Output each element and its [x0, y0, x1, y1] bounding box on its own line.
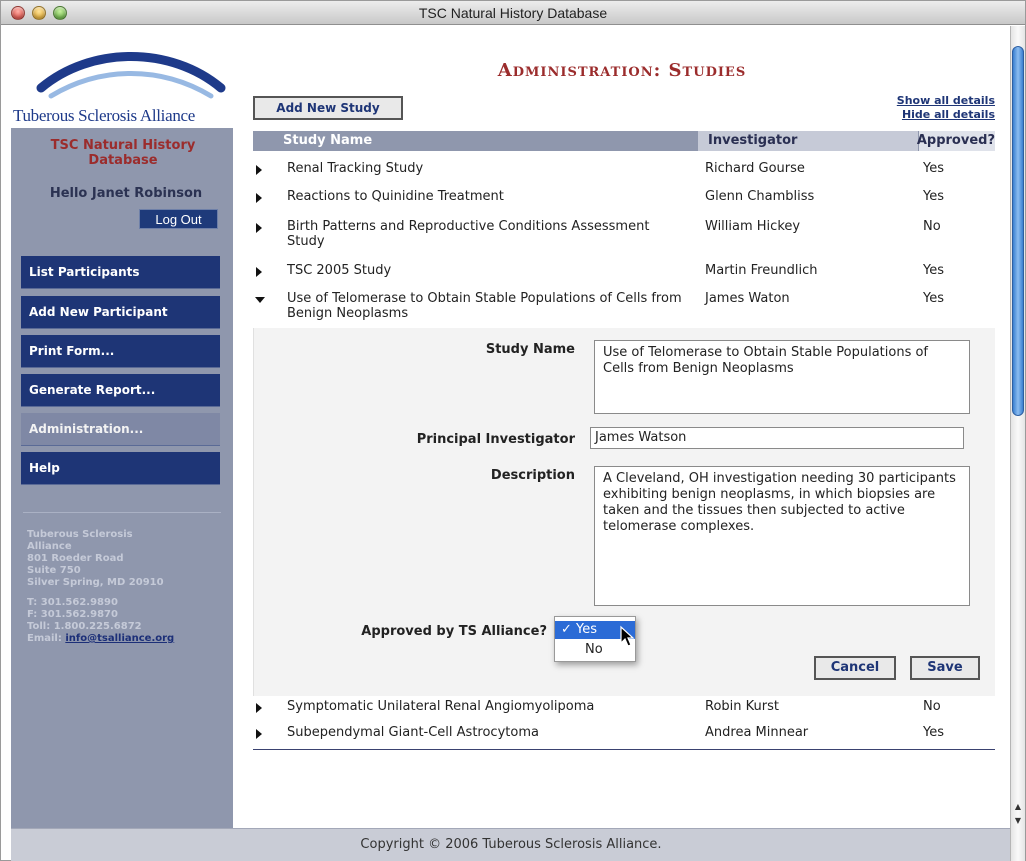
- scroll-up-arrow-icon[interactable]: ▲: [1013, 802, 1023, 811]
- greeting: Hello Janet Robinson: [49, 186, 203, 201]
- email-line: Email: info@tsalliance.org: [27, 633, 227, 645]
- investigator-cell: Robin Kurst: [705, 699, 779, 714]
- expand-triangle-icon[interactable]: [256, 267, 262, 277]
- toll-free-number: Toll: 1.800.225.6872: [27, 621, 142, 632]
- investigator-cell: Glenn Chambliss: [705, 189, 815, 204]
- collapse-triangle-icon[interactable]: [255, 297, 265, 303]
- logo-text: Tuberous Sclerosis Alliance: [13, 106, 196, 125]
- table-row[interactable]: Subependymal Giant-Cell Astrocytoma Andr…: [253, 725, 995, 743]
- address-line: Suite 750: [27, 565, 81, 576]
- cancel-button[interactable]: Cancel: [814, 656, 896, 680]
- study-name-cell: Renal Tracking Study: [287, 161, 424, 176]
- approved-cell: No: [923, 699, 941, 714]
- table-header: Study Name Investigator Approved?: [253, 131, 995, 151]
- study-name-cell: Reactions to Quinidine Treatment: [287, 189, 504, 204]
- expand-triangle-icon[interactable]: [256, 165, 262, 175]
- study-name-label: Study Name: [485, 342, 575, 357]
- investigator-cell: Martin Freundlich: [705, 263, 818, 278]
- table-row-expanded[interactable]: Use of Telomerase to Obtain Stable Popul…: [253, 291, 995, 325]
- sidebar-divider: [23, 512, 221, 513]
- logo[interactable]: Tuberous Sclerosis Alliance: [11, 26, 233, 128]
- expand-triangle-icon[interactable]: [256, 703, 262, 713]
- approved-cell: Yes: [923, 161, 944, 176]
- approved-cell: No: [923, 219, 941, 234]
- nav-print-form[interactable]: Print Form...: [21, 335, 220, 368]
- expand-triangle-icon[interactable]: [256, 729, 262, 739]
- checkmark-icon: ✓: [561, 622, 572, 637]
- study-name-cell: Use of Telomerase to Obtain Stable Popul…: [287, 291, 682, 321]
- nav-add-new-participant[interactable]: Add New Participant: [21, 296, 220, 329]
- investigator-cell: James Waton: [705, 291, 790, 306]
- investigator-cell: Richard Gourse: [705, 161, 805, 176]
- nav-administration[interactable]: Administration...: [21, 413, 220, 446]
- expand-triangle-icon[interactable]: [256, 223, 262, 233]
- phone-number: T: 301.562.9890: [27, 597, 118, 608]
- column-header-study-name[interactable]: Study Name: [283, 133, 372, 148]
- table-row[interactable]: Renal Tracking Study Richard Gourse Yes: [253, 161, 995, 179]
- title-bar: TSC Natural History Database: [1, 1, 1025, 25]
- study-name-field[interactable]: Use of Telomerase to Obtain Stable Popul…: [594, 340, 970, 414]
- approved-label: Approved by TS Alliance?: [361, 624, 547, 639]
- sidebar: Tuberous Sclerosis Alliance TSC Natural …: [11, 26, 233, 828]
- nav-list-participants[interactable]: List Participants: [21, 256, 220, 289]
- study-name-cell: TSC 2005 Study: [287, 263, 392, 278]
- study-name-cell: Symptomatic Unilateral Renal Angiomyolip…: [287, 699, 595, 714]
- browser-window: TSC Natural History Database Tuberous Sc…: [0, 0, 1026, 861]
- address-line: Silver Spring, MD 20910: [27, 577, 164, 588]
- address-line: Alliance: [27, 541, 72, 552]
- copyright-text: Copyright © 2006 Tuberous Sclerosis Alli…: [360, 837, 662, 852]
- study-name-cell: Birth Patterns and Reproductive Conditio…: [287, 219, 650, 249]
- description-field[interactable]: A Cleveland, OH investigation needing 30…: [594, 466, 970, 606]
- detail-links: Show all details Hide all details: [897, 94, 995, 122]
- investigator-cell: Andrea Minnear: [705, 725, 809, 740]
- scroll-down-arrow-icon[interactable]: ▼: [1013, 816, 1023, 825]
- fax-number: F: 301.562.9870: [27, 609, 118, 620]
- address-line: Tuberous Sclerosis: [27, 529, 133, 540]
- column-header-approved[interactable]: Approved?: [907, 133, 995, 148]
- nav-generate-report[interactable]: Generate Report...: [21, 374, 220, 407]
- approved-cell: Yes: [923, 725, 944, 740]
- hide-all-details-link[interactable]: Hide all details: [897, 108, 995, 122]
- description-label: Description: [490, 468, 575, 483]
- investigator-cell: William Hickey: [705, 219, 801, 234]
- mouse-pointer-icon: [620, 625, 635, 647]
- show-all-details-link[interactable]: Show all details: [897, 94, 995, 108]
- option-label: Yes: [576, 622, 598, 637]
- contact-address: Tuberous Sclerosis Alliance 801 Roeder R…: [27, 529, 227, 645]
- email-link[interactable]: info@tsalliance.org: [65, 633, 174, 644]
- study-detail-panel: Study Name Use of Telomerase to Obtain S…: [253, 328, 995, 696]
- add-new-study-button[interactable]: Add New Study: [253, 96, 403, 120]
- window-title: TSC Natural History Database: [418, 5, 608, 21]
- table-row[interactable]: Birth Patterns and Reproductive Conditio…: [253, 219, 995, 253]
- table-row[interactable]: Symptomatic Unilateral Renal Angiomyolip…: [253, 699, 995, 717]
- approved-cell: Yes: [923, 189, 944, 204]
- save-button[interactable]: Save: [910, 656, 980, 680]
- approved-cell: Yes: [923, 291, 944, 306]
- footer: Copyright © 2006 Tuberous Sclerosis Alli…: [11, 828, 1011, 861]
- vertical-scrollbar[interactable]: ▲ ▼: [1010, 26, 1025, 861]
- nav-help[interactable]: Help: [21, 452, 220, 485]
- scrollbar-thumb[interactable]: [1012, 46, 1024, 416]
- approved-cell: Yes: [923, 263, 944, 278]
- main-content: Administration: Studies Add New Study Sh…: [233, 26, 1011, 828]
- table-bottom-rule: [253, 749, 995, 750]
- principal-investigator-field[interactable]: James Watson: [590, 427, 964, 449]
- study-name-cell: Subependymal Giant-Cell Astrocytoma: [287, 725, 539, 740]
- page-title: Administration: Studies: [497, 60, 747, 81]
- address-line: 801 Roeder Road: [27, 553, 124, 564]
- column-header-investigator[interactable]: Investigator: [708, 133, 797, 148]
- email-label: Email:: [27, 633, 62, 644]
- principal-investigator-label: Principal Investigator: [416, 432, 575, 447]
- table-row[interactable]: TSC 2005 Study Martin Freundlich Yes: [253, 263, 995, 281]
- logout-button[interactable]: Log Out: [139, 209, 218, 229]
- logo-swoosh-icon: [36, 52, 226, 99]
- database-title: TSC Natural History Database: [50, 138, 196, 168]
- table-row[interactable]: Reactions to Quinidine Treatment Glenn C…: [253, 189, 995, 207]
- expand-triangle-icon[interactable]: [256, 193, 262, 203]
